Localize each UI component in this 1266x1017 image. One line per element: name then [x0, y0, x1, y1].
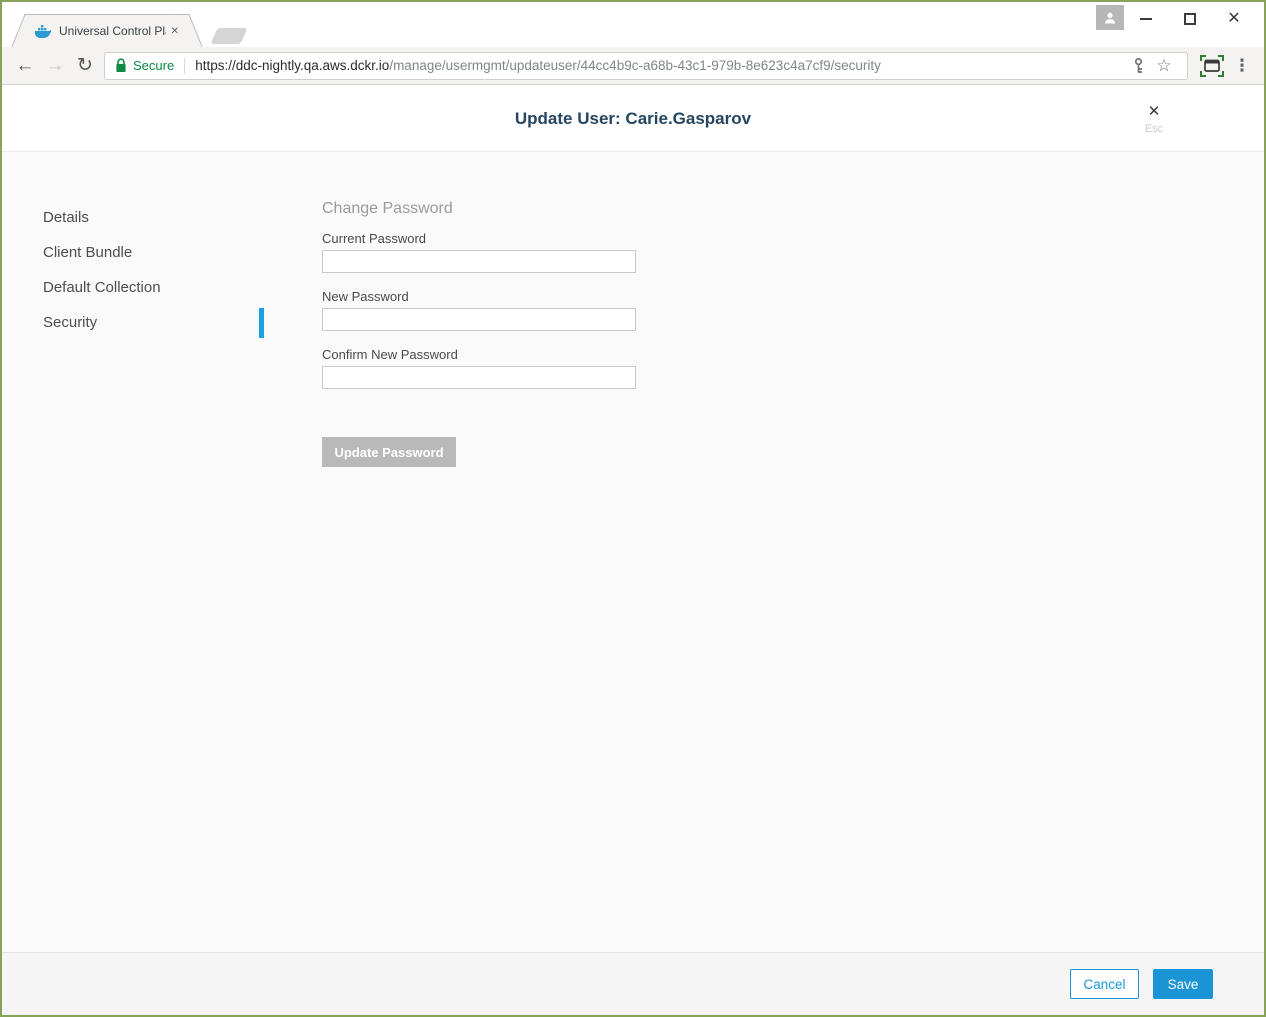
titlebar: Universal Control Plane ✕ ✕ — [2, 2, 1264, 47]
profile-icon[interactable] — [1096, 5, 1124, 30]
browser-menu-icon[interactable]: ⋮ — [1228, 51, 1256, 81]
maximize-button[interactable] — [1168, 4, 1212, 34]
bookmark-star-icon[interactable]: ☆ — [1151, 53, 1177, 79]
form-heading: Change Password — [322, 200, 636, 218]
current-password-label: Current Password — [322, 231, 636, 246]
password-key-icon[interactable] — [1125, 53, 1151, 79]
address-bar[interactable]: Secure https://ddc-nightly.qa.aws.dckr.i… — [104, 52, 1188, 80]
sidebar-item-details[interactable]: Details — [2, 200, 264, 235]
docker-whale-favicon — [34, 24, 51, 38]
new-password-field-group: New Password — [322, 289, 636, 331]
url-host: https://ddc-nightly.qa.aws.dckr.io — [195, 58, 389, 73]
back-button[interactable]: ← — [10, 51, 40, 81]
cancel-button[interactable]: Cancel — [1070, 969, 1139, 999]
sidebar-item-default-collection[interactable]: Default Collection — [2, 270, 264, 305]
update-password-button[interactable]: Update Password — [322, 437, 456, 467]
change-password-form: Change Password Current Password New Pas… — [322, 152, 636, 952]
url-separator — [184, 58, 185, 74]
modal-header: Update User: Carie.Gasparov ✕ Esc — [2, 85, 1264, 152]
minimize-icon — [1140, 18, 1152, 20]
confirm-new-password-input[interactable] — [322, 366, 636, 389]
confirm-new-password-field-group: Confirm New Password — [322, 347, 636, 389]
modal-close-icon: ✕ — [1148, 104, 1161, 119]
forward-button[interactable]: → — [40, 51, 70, 81]
screen-capture-extension-icon[interactable] — [1196, 51, 1228, 81]
url-path: /manage/usermgmt/updateuser/44cc4b9c-a68… — [389, 58, 881, 73]
minimize-button[interactable] — [1124, 4, 1168, 34]
window-controls: ✕ — [1124, 4, 1256, 34]
new-password-label: New Password — [322, 289, 636, 304]
sidebar-item-client-bundle[interactable]: Client Bundle — [2, 235, 264, 270]
url-text: https://ddc-nightly.qa.aws.dckr.io/manag… — [195, 58, 881, 73]
secure-lock-icon — [115, 58, 127, 73]
reload-button[interactable]: ↻ — [70, 51, 100, 81]
maximize-icon — [1184, 13, 1196, 25]
secure-label: Secure — [133, 58, 174, 73]
modal-content: Details Client Bundle Default Collection… — [2, 152, 1264, 952]
sidebar: Details Client Bundle Default Collection… — [2, 152, 264, 952]
browser-tab[interactable]: Universal Control Plane ✕ — [26, 14, 188, 47]
tab-close-icon[interactable]: ✕ — [166, 23, 184, 40]
modal-close-button[interactable]: ✕ Esc — [1139, 104, 1169, 135]
new-password-input[interactable] — [322, 308, 636, 331]
browser-window: Universal Control Plane ✕ ✕ ← → ↻ Secure — [2, 2, 1264, 1015]
modal-footer: Cancel Save — [2, 952, 1264, 1015]
sidebar-item-security[interactable]: Security — [2, 305, 264, 340]
new-tab-button[interactable] — [210, 28, 247, 44]
close-window-button[interactable]: ✕ — [1212, 4, 1256, 34]
window-close-icon: ✕ — [1227, 11, 1240, 27]
confirm-new-password-label: Confirm New Password — [322, 347, 636, 362]
current-password-input[interactable] — [322, 250, 636, 273]
page-title: Update User: Carie.Gasparov — [2, 109, 1264, 129]
browser-toolbar: ← → ↻ Secure https://ddc-nightly.qa.aws.… — [2, 47, 1264, 85]
tab-title: Universal Control Plane — [59, 24, 166, 38]
esc-label: Esc — [1145, 123, 1163, 135]
current-password-field-group: Current Password — [322, 231, 636, 273]
save-button[interactable]: Save — [1153, 969, 1213, 999]
